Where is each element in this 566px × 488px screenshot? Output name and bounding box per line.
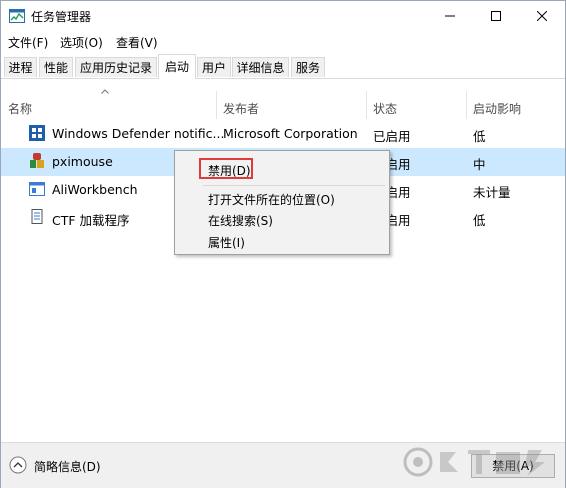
row-impact: 低 bbox=[473, 213, 486, 228]
column-impact[interactable]: 启动影响 bbox=[473, 100, 521, 117]
row-impact: 未计量 bbox=[473, 185, 511, 200]
fewer-details-link[interactable]: 简略信息(D) bbox=[34, 458, 101, 475]
menu-item-search-online[interactable]: 在线搜索(S) bbox=[208, 212, 273, 229]
row-publisher: Microsoft Corporation bbox=[223, 126, 358, 141]
task-manager-icon bbox=[9, 9, 25, 23]
column-name[interactable]: 名称 bbox=[8, 100, 32, 117]
row-name: Windows Defender notific... bbox=[52, 126, 225, 141]
pximouse-app-icon bbox=[30, 153, 44, 168]
context-menu: 禁用(D) 打开文件所在的位置(O) 在线搜索(S) 属性(I) bbox=[174, 150, 390, 255]
task-manager-window: 任务管理器 文件(F) 选项(O) 查看(V) 进程 性能 应用历史记录 启动 … bbox=[0, 0, 566, 488]
menu-item-disable[interactable]: 禁用(D) bbox=[208, 162, 251, 179]
tab-details[interactable]: 详细信息 bbox=[232, 57, 289, 77]
menu-view[interactable]: 查看(V) bbox=[116, 34, 158, 51]
column-publisher[interactable]: 发布者 bbox=[223, 100, 259, 117]
title-bar[interactable]: 任务管理器 bbox=[1, 1, 565, 31]
row-status: 已启用 bbox=[373, 129, 411, 144]
tab-processes[interactable]: 进程 bbox=[4, 57, 37, 77]
row-impact: 中 bbox=[473, 157, 486, 172]
window-title: 任务管理器 bbox=[31, 10, 92, 24]
row-name: AliWorkbench bbox=[52, 182, 138, 197]
menu-file[interactable]: 文件(F) bbox=[8, 34, 48, 51]
tab-performance[interactable]: 性能 bbox=[39, 57, 73, 77]
maximize-icon bbox=[491, 11, 501, 21]
row-name: pximouse bbox=[52, 154, 113, 169]
column-divider[interactable] bbox=[466, 91, 467, 119]
column-divider[interactable] bbox=[366, 91, 367, 119]
column-divider[interactable] bbox=[216, 91, 217, 119]
collapse-icon[interactable] bbox=[9, 456, 27, 474]
menu-item-open-file-location[interactable]: 打开文件所在的位置(O) bbox=[208, 191, 335, 208]
tab-users[interactable]: 用户 bbox=[197, 57, 231, 77]
menu-options[interactable]: 选项(O) bbox=[60, 34, 103, 51]
tab-services[interactable]: 服务 bbox=[291, 57, 325, 77]
ctf-loader-icon bbox=[31, 209, 43, 224]
column-status[interactable]: 状态 bbox=[373, 100, 397, 117]
watermark-logo bbox=[403, 447, 545, 477]
table-row[interactable]: Windows Defender notific... Microsoft Co… bbox=[1, 120, 565, 148]
tab-strip: 进程 性能 应用历史记录 启动 用户 详细信息 服务 bbox=[1, 54, 565, 79]
close-icon bbox=[537, 11, 547, 21]
minimize-icon bbox=[445, 15, 455, 17]
shield-icon bbox=[29, 125, 45, 141]
close-button[interactable] bbox=[519, 1, 565, 31]
tab-startup[interactable]: 启动 bbox=[158, 54, 196, 79]
menu-bar: 文件(F) 选项(O) 查看(V) bbox=[1, 31, 565, 51]
window-app-icon bbox=[29, 182, 45, 196]
column-header: 名称 发布者 状态 启动影响 bbox=[1, 91, 565, 119]
minimize-button[interactable] bbox=[427, 1, 473, 31]
row-name: CTF 加载程序 bbox=[52, 213, 130, 228]
maximize-button[interactable] bbox=[473, 1, 519, 31]
row-impact: 低 bbox=[473, 129, 486, 144]
menu-item-properties[interactable]: 属性(I) bbox=[208, 234, 245, 251]
menu-divider bbox=[203, 185, 385, 186]
tab-app-history[interactable]: 应用历史记录 bbox=[75, 57, 157, 77]
